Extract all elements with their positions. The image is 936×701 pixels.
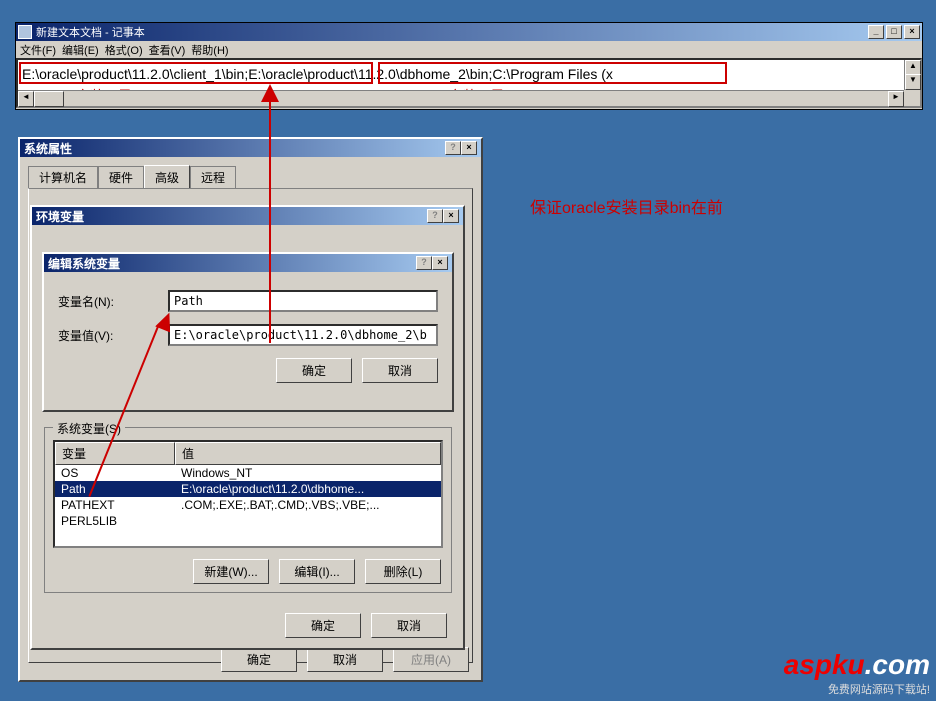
- variable-name-label: 变量名(N):: [58, 293, 168, 310]
- annotation-box-2: [378, 62, 727, 84]
- close-button[interactable]: ×: [443, 209, 459, 223]
- editdlg-title-text: 编辑系统变量: [48, 255, 416, 272]
- variable-value-input[interactable]: [168, 324, 438, 346]
- watermark-brand-white: .com: [865, 649, 930, 680]
- edit-button[interactable]: 编辑(I)...: [279, 559, 355, 584]
- editdlg-ok-button[interactable]: 确定: [276, 358, 352, 383]
- header-value[interactable]: 值: [175, 442, 441, 465]
- menu-view[interactable]: 查看(V): [149, 42, 186, 57]
- tab-remote[interactable]: 远程: [190, 166, 236, 189]
- arrow-head-icon: [261, 84, 279, 102]
- maximize-button[interactable]: □: [886, 25, 902, 39]
- scrollbar-horizontal[interactable]: ◄ ►: [18, 90, 904, 106]
- watermark-brand-red: aspku: [784, 649, 865, 680]
- system-variables-list[interactable]: 变量 值 OSWindows_NT PathE:\oracle\product\…: [53, 440, 443, 548]
- annotation-box-1: [19, 62, 373, 84]
- tab-computer-name[interactable]: 计算机名: [28, 166, 98, 189]
- scroll-corner: [904, 90, 920, 106]
- menu-edit[interactable]: 编辑(E): [62, 42, 99, 57]
- close-button[interactable]: ×: [432, 256, 448, 270]
- tab-advanced[interactable]: 高级: [144, 165, 190, 188]
- editdlg-titlebar[interactable]: 编辑系统变量 ? ×: [44, 254, 452, 272]
- delete-button[interactable]: 删除(L): [365, 559, 441, 584]
- sysprop-apply-button[interactable]: 应用(A): [393, 647, 469, 672]
- annotation-arrow-1: [269, 88, 271, 343]
- scroll-right-icon[interactable]: ►: [888, 91, 904, 107]
- sysprop-cancel-button[interactable]: 取消: [307, 647, 383, 672]
- annotation-ensure-order: 保证oracle安装目录bin在前: [530, 194, 723, 218]
- watermark-tagline: 免费网站源码下载站!: [784, 681, 930, 697]
- notepad-icon: [18, 25, 32, 39]
- notepad-window: 新建文本文档 - 记事本 _ □ × 文件(F) 编辑(E) 格式(O) 查看(…: [15, 22, 923, 110]
- list-header: 变量 值: [55, 442, 441, 465]
- envdlg-titlebar[interactable]: 环境变量 ? ×: [32, 207, 463, 225]
- list-row-path[interactable]: PathE:\oracle\product\11.2.0\dbhome...: [55, 481, 441, 497]
- sysprop-titlebar[interactable]: 系统属性 ? ×: [20, 139, 481, 157]
- close-button[interactable]: ×: [461, 141, 477, 155]
- sysprop-title-text: 系统属性: [24, 140, 445, 157]
- watermark: aspku.com 免费网站源码下载站!: [784, 649, 930, 697]
- variable-name-input[interactable]: [168, 290, 438, 312]
- envdlg-title-text: 环境变量: [36, 208, 427, 225]
- minimize-button[interactable]: _: [868, 25, 884, 39]
- scroll-down-icon[interactable]: ▼: [905, 74, 921, 90]
- list-row-perl5lib[interactable]: PERL5LIB: [55, 513, 441, 529]
- help-button[interactable]: ?: [427, 209, 443, 223]
- sysprop-tabs: 计算机名 硬件 高级 远程: [28, 165, 481, 188]
- menu-format[interactable]: 格式(O): [105, 42, 143, 57]
- tab-hardware[interactable]: 硬件: [98, 166, 144, 189]
- notepad-title: 新建文本文档 - 记事本: [36, 24, 868, 40]
- envdlg-ok-button[interactable]: 确定: [285, 613, 361, 638]
- notepad-titlebar[interactable]: 新建文本文档 - 记事本 _ □ ×: [16, 23, 922, 41]
- new-button[interactable]: 新建(W)...: [193, 559, 269, 584]
- sysprop-ok-button[interactable]: 确定: [221, 647, 297, 672]
- editdlg-cancel-button[interactable]: 取消: [362, 358, 438, 383]
- menu-help[interactable]: 帮助(H): [191, 42, 228, 57]
- header-variable[interactable]: 变量: [55, 442, 175, 465]
- close-button[interactable]: ×: [904, 25, 920, 39]
- menu-file[interactable]: 文件(F): [20, 42, 56, 57]
- notepad-menubar[interactable]: 文件(F) 编辑(E) 格式(O) 查看(V) 帮助(H): [16, 41, 922, 58]
- notepad-textarea[interactable]: E:\oracle\product\11.2.0\client_1\bin;E:…: [16, 58, 922, 108]
- help-button[interactable]: ?: [445, 141, 461, 155]
- help-button[interactable]: ?: [416, 256, 432, 270]
- list-row-os[interactable]: OSWindows_NT: [55, 465, 441, 481]
- envdlg-cancel-button[interactable]: 取消: [371, 613, 447, 638]
- scroll-thumb[interactable]: [34, 91, 64, 107]
- list-row-pathext[interactable]: PATHEXT.COM;.EXE;.BAT;.CMD;.VBS;.VBE;...: [55, 497, 441, 513]
- scroll-left-icon[interactable]: ◄: [18, 91, 34, 107]
- edit-variable-dialog: 编辑系统变量 ? × 变量名(N): 变量值(V): 确定 取消: [42, 252, 454, 412]
- scrollbar-vertical[interactable]: ▲ ▼: [904, 60, 920, 90]
